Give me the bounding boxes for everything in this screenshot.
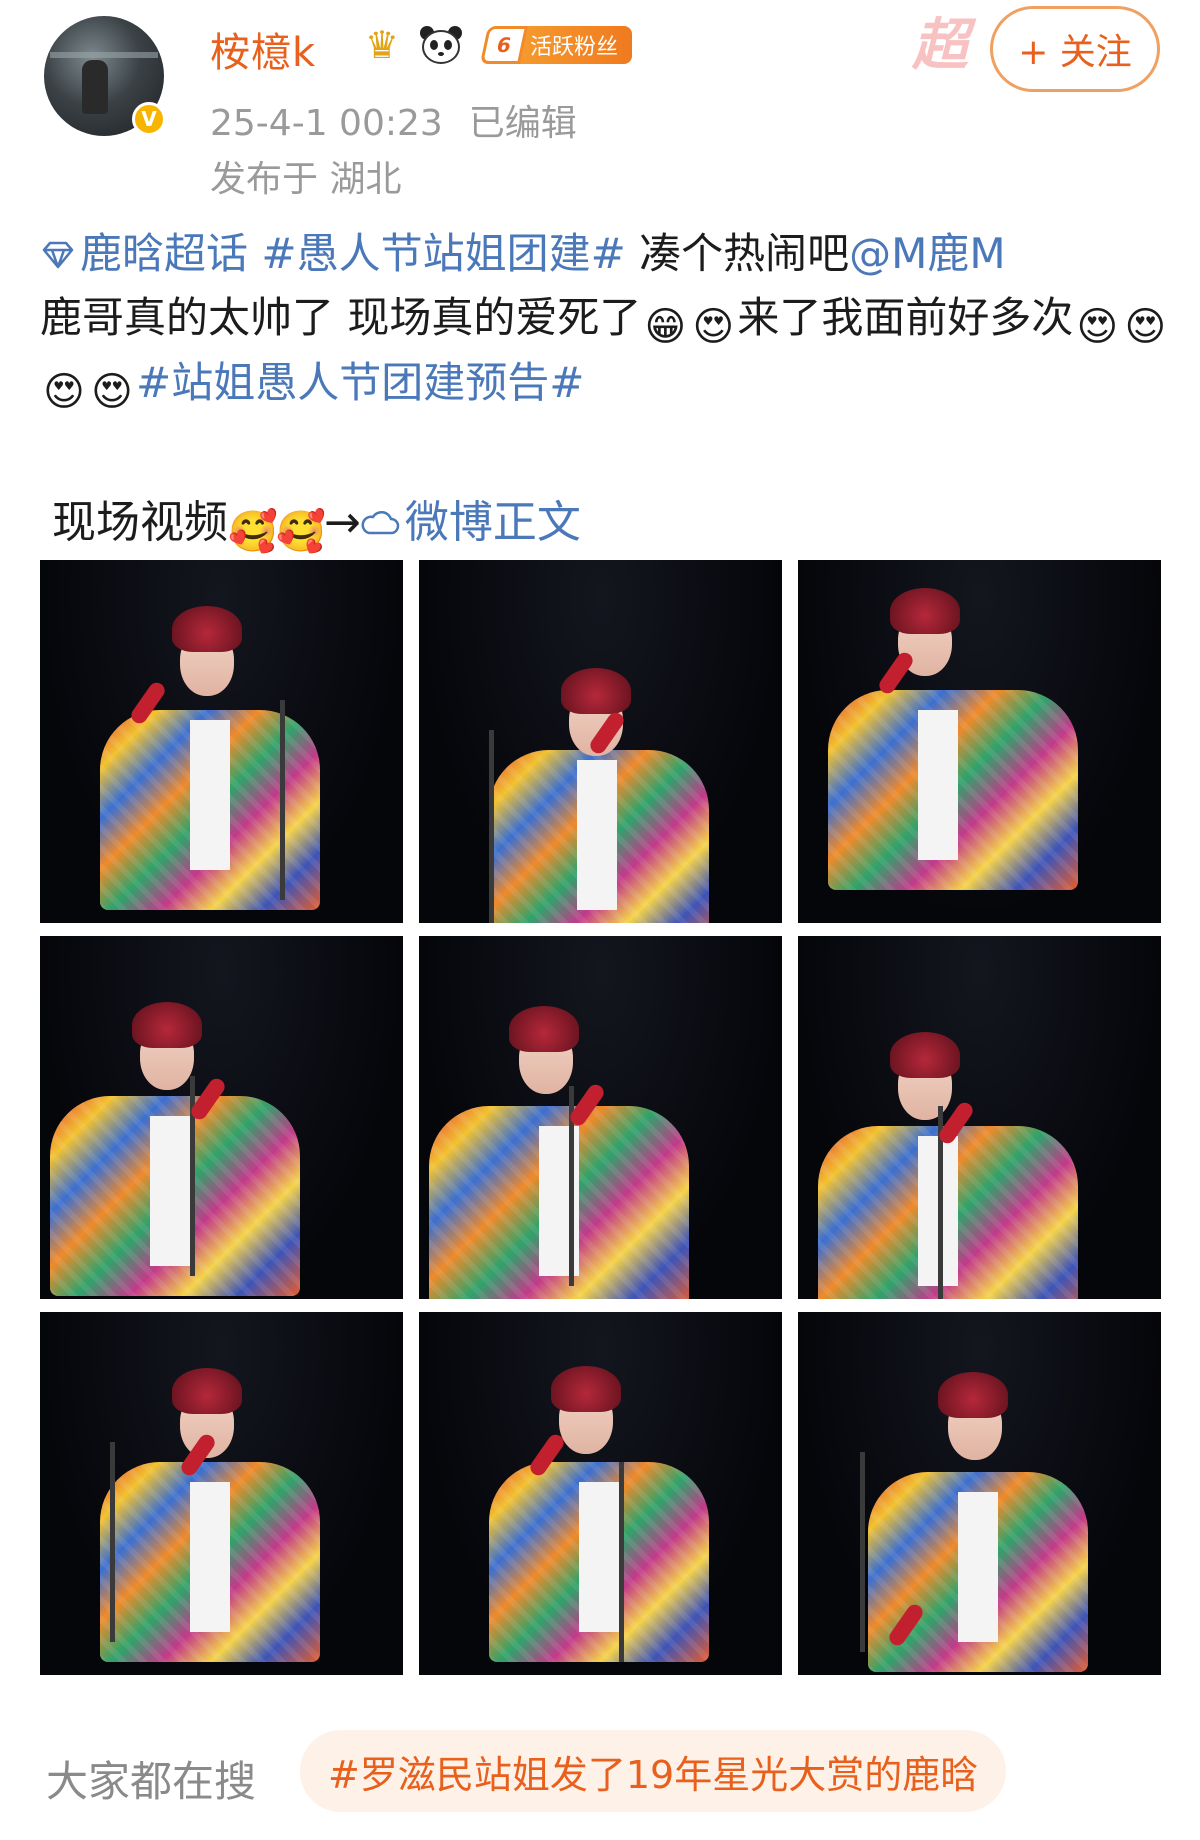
photo-thumbnail[interactable] bbox=[798, 1312, 1161, 1675]
heart-eyes-emoji: 😍 bbox=[1124, 304, 1167, 350]
heart-eyes-emoji: 😍 bbox=[1076, 304, 1119, 350]
heart-eyes-tongue-emoji: 😍 bbox=[692, 304, 735, 350]
flushed-love-emoji: 🥰 bbox=[228, 509, 278, 555]
photo-thumbnail[interactable] bbox=[798, 560, 1161, 923]
hashtag-link[interactable]: #站姐愚人节团建预告# bbox=[136, 358, 584, 407]
weibo-link-icon bbox=[361, 510, 400, 535]
post-text-segment: 鹿哥真的太帅了 现场真的爱死了 bbox=[40, 293, 642, 342]
hashtag-link[interactable]: #愚人节站姐团建# bbox=[261, 229, 625, 278]
fan-badge-level: 6 bbox=[479, 26, 529, 64]
flushed-love-emoji: 🥰 bbox=[276, 509, 326, 555]
post-meta: 25-4-1 00:23 已编辑 bbox=[210, 94, 577, 146]
super-topic-watermark: 超 bbox=[912, 13, 968, 78]
photo-thumbnail[interactable] bbox=[419, 1312, 782, 1675]
panda-badge-icon[interactable] bbox=[416, 22, 466, 68]
verified-v-icon: V bbox=[132, 102, 166, 136]
post-date: 25-4-1 00:23 bbox=[210, 103, 443, 144]
fan-badge-label: 活跃粉丝 bbox=[520, 26, 633, 64]
follow-button[interactable]: + 关注 bbox=[990, 6, 1160, 92]
photo-thumbnail[interactable] bbox=[419, 560, 782, 923]
edited-label: 已编辑 bbox=[468, 103, 577, 144]
topic-link[interactable]: 鹿晗超话 bbox=[40, 229, 248, 278]
crown-badge-icon[interactable]: ♛ bbox=[356, 22, 408, 68]
avatar-horizon bbox=[50, 52, 158, 58]
heart-eyes-emoji: 😍 bbox=[91, 369, 133, 415]
photo-thumbnail[interactable] bbox=[798, 936, 1161, 1299]
grinning-emoji: 😁 bbox=[644, 304, 687, 350]
trending-search-chip[interactable]: #罗滋民站姐发了19年星光大赏的鹿晗 bbox=[300, 1730, 1007, 1812]
photo-thumbnail[interactable] bbox=[40, 1312, 403, 1675]
trending-search-label: 大家都在搜 bbox=[46, 1757, 257, 1806]
diamond-topic-icon bbox=[42, 241, 74, 269]
username[interactable]: 桉檍k bbox=[210, 20, 316, 78]
weibo-body-link[interactable]: 微博正文 bbox=[361, 497, 581, 548]
post-text: 鹿晗超话 #愚人节站姐团建# 凑个热闹吧@M鹿M 鹿哥真的太帅了 现场真的爱死了… bbox=[40, 222, 1170, 416]
mention-link[interactable]: @M鹿M bbox=[849, 229, 1005, 278]
arrow-symbol: → bbox=[324, 497, 361, 548]
avatar-figure bbox=[82, 60, 108, 114]
video-text: 现场视频 bbox=[52, 497, 228, 548]
video-line: 现场视频🥰🥰→ 微博正文 bbox=[52, 486, 581, 556]
post-location: 发布于 湖北 bbox=[210, 159, 402, 200]
photo-thumbnail[interactable] bbox=[40, 936, 403, 1299]
fan-badge[interactable]: 6 活跃粉丝 bbox=[479, 26, 633, 64]
post-text-segment: 凑个热闹吧 bbox=[625, 229, 850, 278]
heart-eyes-emoji: 😍 bbox=[43, 369, 85, 415]
photo-thumbnail[interactable] bbox=[40, 560, 403, 923]
post-text-segment: 来了我面前好多次 bbox=[737, 293, 1074, 342]
photo-thumbnail[interactable] bbox=[419, 936, 782, 1299]
photo-grid bbox=[40, 560, 1161, 1675]
